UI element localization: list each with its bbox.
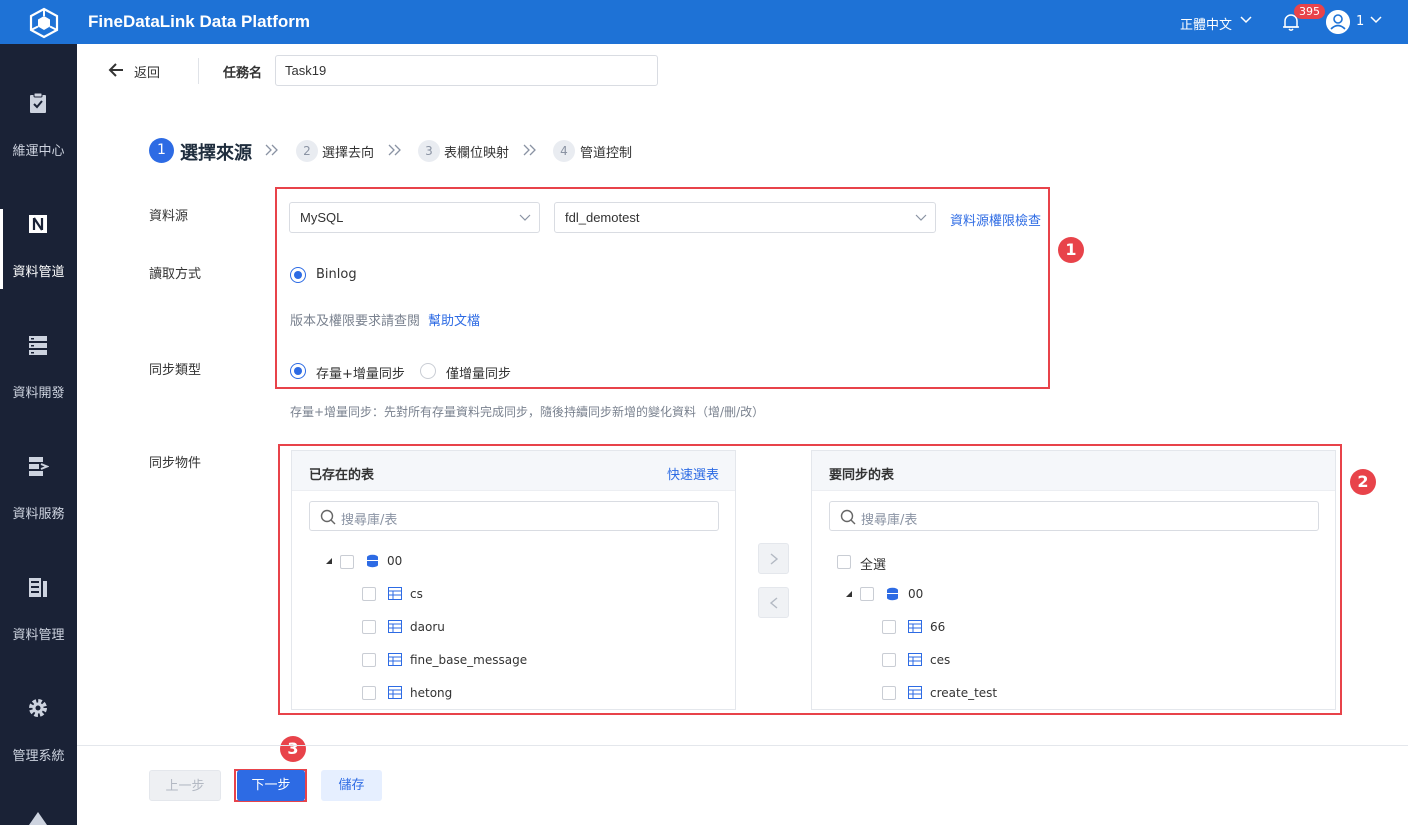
sidebar-item-label: 資料服務: [12, 507, 65, 522]
sidebar-item-label: 管理系統: [12, 749, 65, 764]
sync-type-label: 同步類型: [149, 363, 202, 378]
pipeline-icon: [29, 215, 47, 233]
sidebar-item-data-management[interactable]: 資料管理: [0, 536, 77, 657]
double-chevron-icon: [523, 144, 536, 156]
double-chevron-icon: [388, 144, 401, 156]
sidebar-item-label: 維運中心: [12, 144, 65, 159]
notification-badge: 395: [1294, 4, 1325, 19]
divider: [198, 58, 199, 84]
double-chevron-icon: [265, 144, 278, 156]
annotation-marker-3: 3: [280, 736, 306, 762]
task-name-label: 任務名: [223, 66, 263, 81]
sidebar-item-label: 資料管道: [12, 265, 65, 280]
step-number: 4: [553, 140, 575, 162]
source-label: 資料源: [149, 209, 189, 224]
annotation-marker-1: 1: [1058, 237, 1084, 263]
step-label: 表欄位映射: [444, 146, 510, 161]
chevron-down-icon[interactable]: [1370, 15, 1382, 25]
sidebar-item-label: 資料開發: [12, 386, 65, 401]
step-label: 管道控制: [580, 146, 633, 161]
sidebar: 維運中心 資料管道 資料開發 資料服務 資料管理 管理系統: [0, 44, 77, 825]
step-label: 選擇去向: [322, 146, 375, 161]
language-selector[interactable]: 正體中文: [1180, 14, 1232, 33]
sync-description: 存量+增量同步：先對所有存量資料完成同步，隨後持續同步新增的變化資料（增/刪/改…: [290, 405, 765, 419]
back-button[interactable]: 返回: [134, 62, 160, 81]
sidebar-item-operations[interactable]: 維運中心: [0, 52, 77, 173]
step-label-active: 選擇來源: [180, 143, 252, 164]
save-button[interactable]: 儲存: [321, 770, 382, 801]
sidebar-item-development[interactable]: 資料開發: [0, 294, 77, 415]
step-number: 2: [296, 140, 318, 162]
step-number: 3: [418, 140, 440, 162]
sync-objects-label: 同步物件: [149, 456, 202, 471]
app-logo-icon: [29, 7, 59, 39]
next-step-button[interactable]: 下一步: [237, 770, 305, 801]
gear-icon: [29, 699, 47, 717]
top-bar: FineDataLink Data Platform 正體中文 395 1: [0, 0, 1408, 44]
prev-step-button[interactable]: 上一步: [149, 770, 221, 801]
back-arrow-icon[interactable]: [108, 63, 124, 77]
data-management-icon: [29, 578, 47, 597]
sidebar-item-system[interactable]: 管理系統: [0, 657, 77, 778]
clipboard-check-icon: [30, 92, 46, 113]
annotation-box-2: [278, 444, 1342, 715]
read-mode-label: 讀取方式: [149, 267, 202, 282]
user-name[interactable]: 1: [1356, 14, 1364, 29]
data-service-icon: [29, 457, 49, 476]
sidebar-item-label: 資料管理: [12, 628, 65, 643]
sidebar-item-data-service[interactable]: 資料服務: [0, 415, 77, 536]
sidebar-item-pipeline[interactable]: 資料管道: [0, 173, 77, 294]
annotation-marker-2: 2: [1350, 469, 1376, 495]
chevron-down-icon[interactable]: [1240, 15, 1252, 25]
annotation-box-1: [275, 187, 1050, 389]
app-title: FineDataLink Data Platform: [88, 12, 310, 31]
step-number: 1: [149, 138, 174, 163]
avatar[interactable]: [1326, 10, 1350, 34]
collapse-icon[interactable]: [27, 810, 49, 825]
footer-divider: [77, 745, 1408, 746]
server-icon: [29, 336, 47, 355]
task-name-input[interactable]: [275, 55, 658, 86]
